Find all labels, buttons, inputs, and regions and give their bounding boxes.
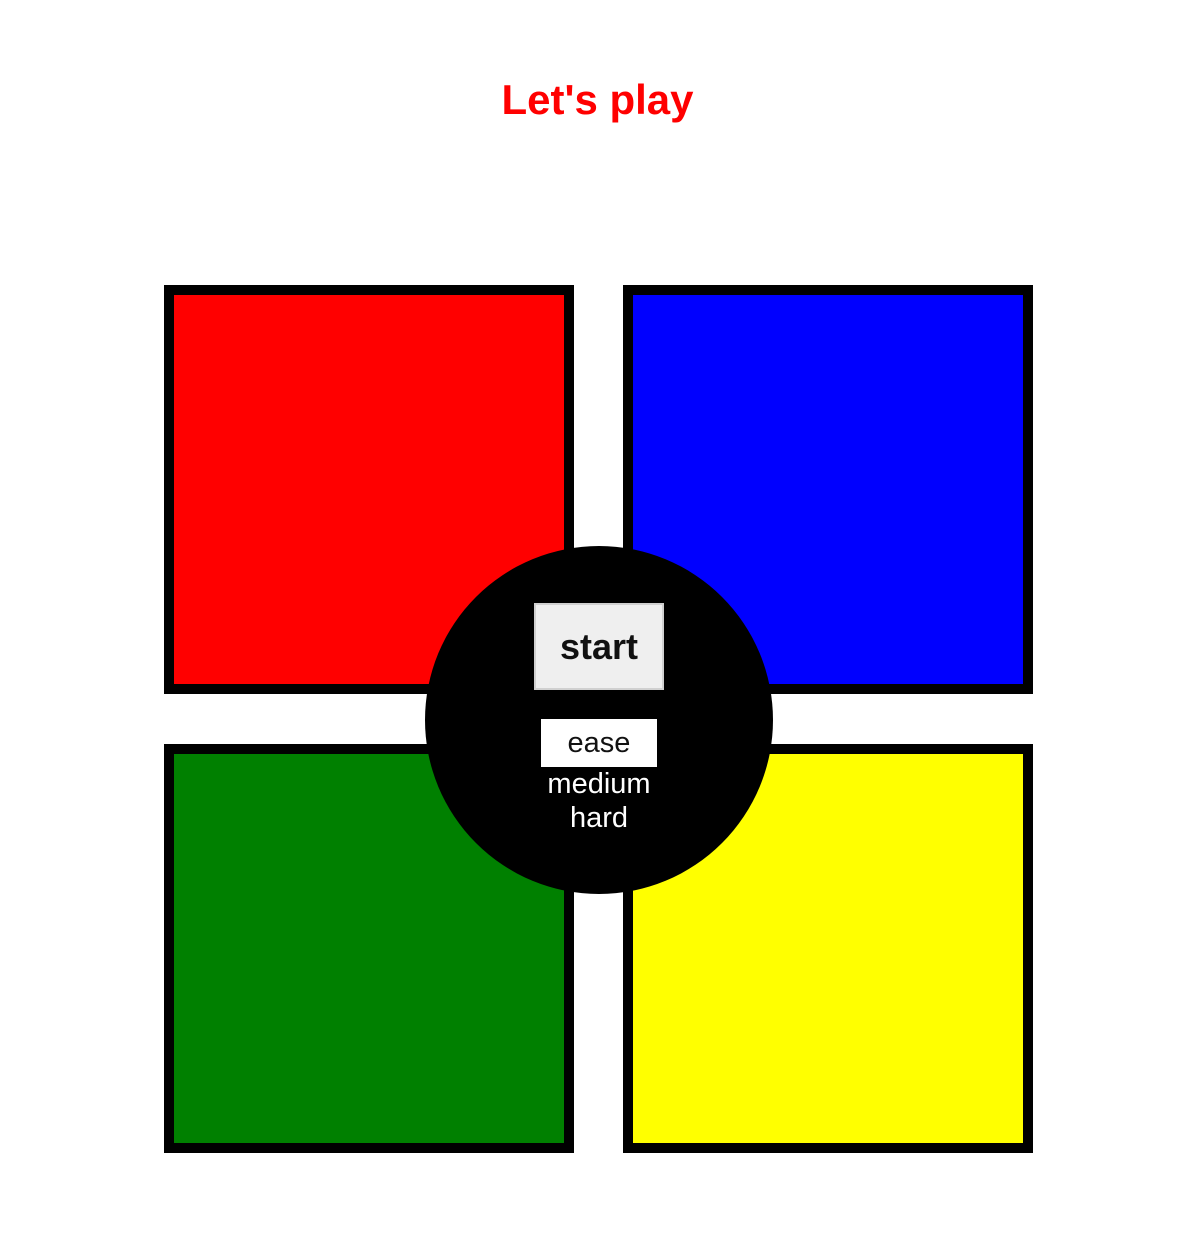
start-button[interactable]: start [534,603,664,690]
page-title: Let's play [501,76,694,123]
game-page: Let's play start ease medium hard [0,0,1195,1257]
difficulty-list: ease medium hard [425,719,773,835]
difficulty-option-hard[interactable]: hard [425,801,773,835]
difficulty-option-medium[interactable]: medium [425,767,773,801]
center-control-panel: start ease medium hard [425,546,773,894]
difficulty-option-ease[interactable]: ease [541,719,657,767]
